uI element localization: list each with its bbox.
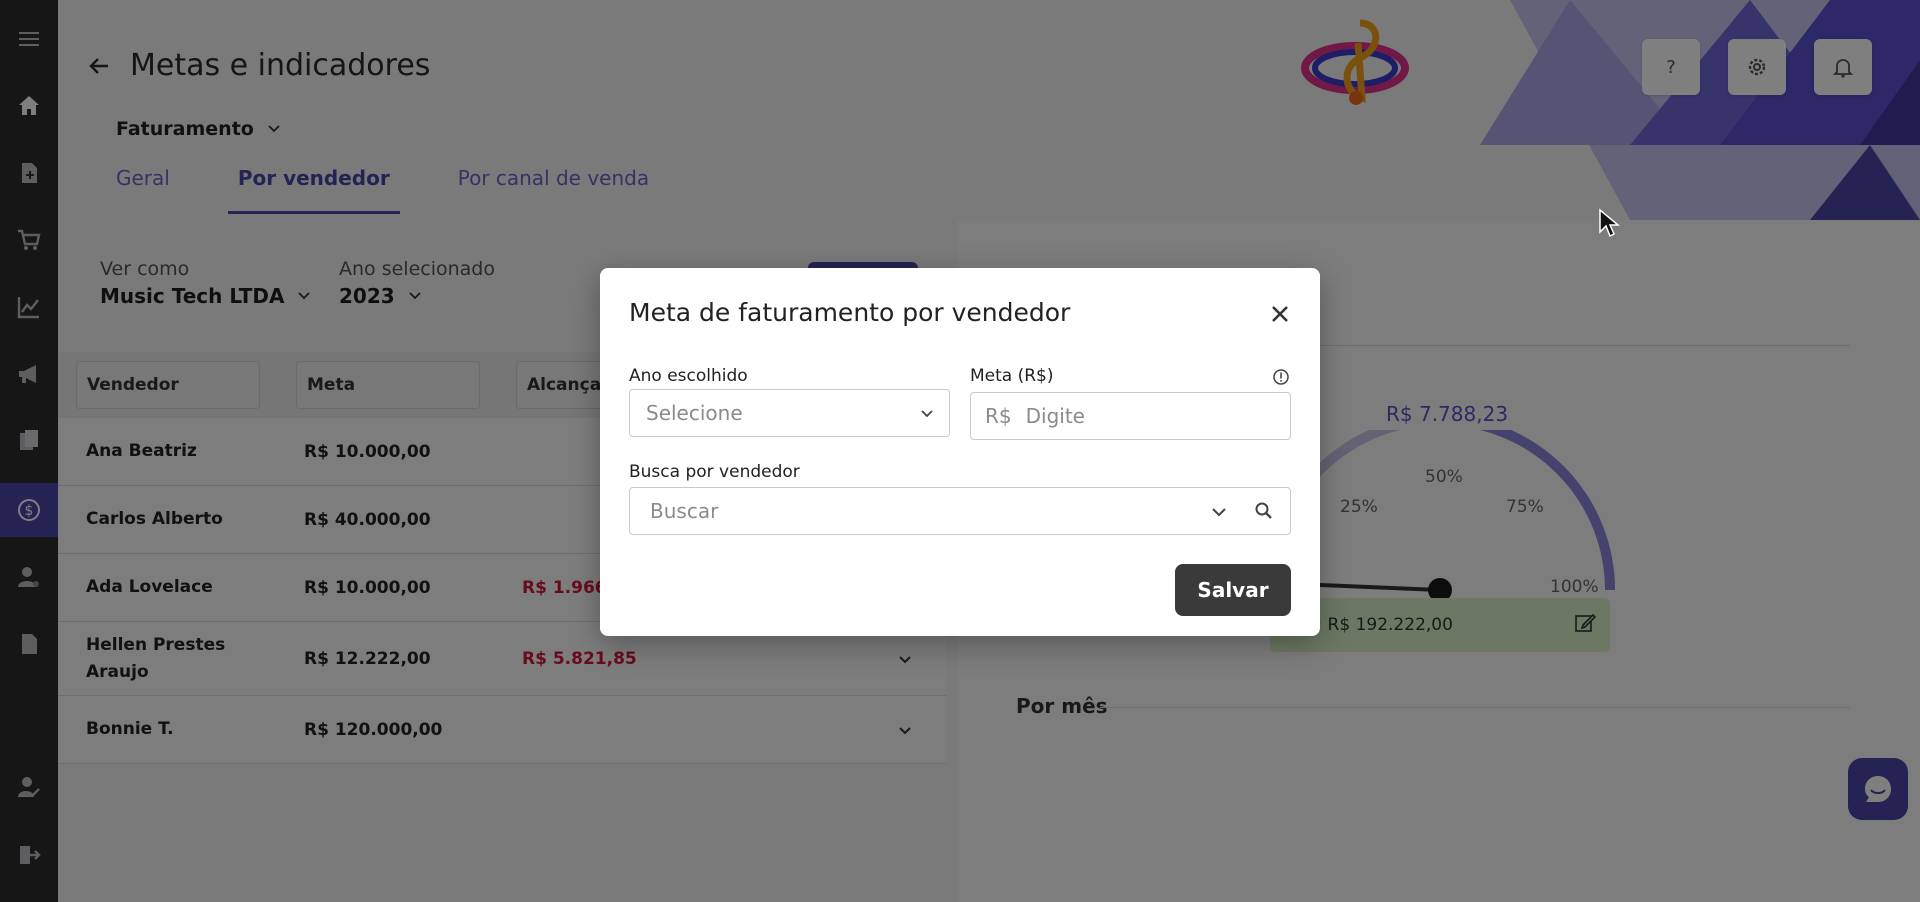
year-field-label: Ano escolhido (629, 366, 748, 386)
save-button[interactable]: Salvar (1175, 564, 1291, 616)
info-icon[interactable] (1272, 368, 1290, 386)
chevron-down-icon (921, 410, 933, 418)
search-field-label: Busca por vendedor (629, 462, 800, 482)
mouse-cursor-icon (1599, 208, 1620, 238)
currency-prefix: R$ (985, 404, 1012, 428)
meta-field-label: Meta (R$) (970, 366, 1054, 386)
meta-input-placeholder: Digite (1025, 404, 1085, 428)
year-select[interactable]: Selecione (629, 389, 950, 437)
seller-search[interactable]: Buscar (629, 487, 1291, 535)
modal-title: Meta de faturamento por vendedor (629, 298, 1071, 327)
goal-modal: Meta de faturamento por vendedor Ano esc… (600, 268, 1320, 636)
chevron-down-icon[interactable] (1210, 503, 1228, 521)
year-select-placeholder: Selecione (646, 401, 743, 425)
meta-input[interactable]: R$ Digite (970, 392, 1291, 440)
seller-search-placeholder: Buscar (650, 499, 719, 523)
close-icon[interactable] (1268, 302, 1292, 326)
search-icon[interactable] (1254, 501, 1274, 521)
